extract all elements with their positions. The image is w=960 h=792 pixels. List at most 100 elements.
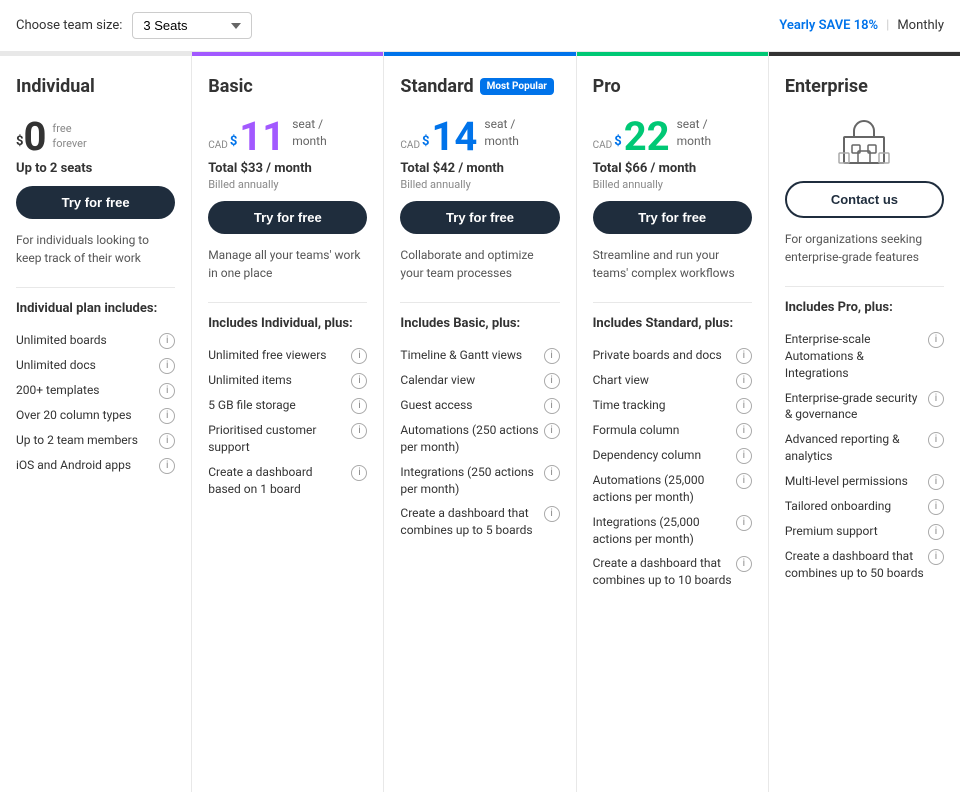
standard-price-amount: 14 [431, 117, 477, 157]
basic-per-seat: seat / [292, 116, 327, 133]
info-icon[interactable]: i [928, 332, 944, 348]
enterprise-includes-title: Includes Pro, plus: [785, 299, 944, 317]
feature-item: Automations (25,000 actions per month)i [593, 468, 752, 510]
pro-feature-list: Private boards and docsi Chart viewi Tim… [593, 343, 752, 593]
info-icon[interactable]: i [351, 348, 367, 364]
feature-item: Integrations (25,000 actions per month)i [593, 510, 752, 552]
standard-per-month: month [484, 133, 519, 150]
individual-cta-button[interactable]: Try for free [16, 186, 175, 219]
pro-price-row: CAD $ 22 seat / month [593, 105, 752, 157]
team-size-select[interactable]: 3 Seats 1 Seat 2 Seats 5 Seats 10 Seats … [132, 12, 252, 39]
most-popular-badge: Most Popular [480, 78, 554, 95]
enterprise-description: For organizations seeking enterprise-gra… [785, 230, 944, 266]
info-icon[interactable]: i [736, 515, 752, 531]
feature-item: Chart viewi [593, 368, 752, 393]
plan-standard: Standard Most Popular CAD $ 14 seat / mo… [384, 52, 576, 792]
feature-item: Unlimited free viewersi [208, 343, 367, 368]
info-icon[interactable]: i [544, 465, 560, 481]
info-icon[interactable]: i [928, 474, 944, 490]
basic-price-amount: 11 [239, 117, 285, 157]
plan-basic: Basic CAD $ 11 seat / month Total $33 / … [192, 52, 384, 792]
basic-billed: Billed annually [208, 178, 367, 191]
enterprise-cta-button[interactable]: Contact us [785, 181, 944, 218]
info-icon[interactable]: i [159, 333, 175, 349]
plans-container: Individual $ 0 free forever Up to 2 seat… [0, 52, 960, 792]
individual-plan-name: Individual [16, 76, 95, 97]
basic-cta-button[interactable]: Try for free [208, 201, 367, 234]
feature-item: Automations (250 actions per month)i [400, 418, 559, 460]
standard-description: Collaborate and optimize your team proce… [400, 246, 559, 282]
info-icon[interactable]: i [159, 358, 175, 374]
info-icon[interactable]: i [351, 465, 367, 481]
feature-item: Guest accessi [400, 393, 559, 418]
individual-price-amount: 0 [23, 117, 46, 157]
individual-includes-title: Individual plan includes: [16, 300, 175, 318]
basic-total: Total $33 / month [208, 161, 367, 176]
feature-item: Private boards and docsi [593, 343, 752, 368]
pro-per-month: month [677, 133, 712, 150]
enterprise-divider [785, 286, 944, 287]
feature-item: Multi-level permissionsi [785, 469, 944, 494]
pro-dollar: $ [614, 134, 621, 149]
standard-per-seat: seat / [484, 116, 519, 133]
pro-cad: CAD [593, 140, 613, 151]
enterprise-feature-list: Enterprise-scale Automations & Integrati… [785, 327, 944, 585]
info-icon[interactable]: i [159, 433, 175, 449]
standard-total: Total $42 / month [400, 161, 559, 176]
feature-item: Prioritised customer supporti [208, 418, 367, 460]
info-icon[interactable]: i [736, 556, 752, 572]
pro-per-seat: seat / [677, 116, 712, 133]
pro-cta-button[interactable]: Try for free [593, 201, 752, 234]
info-icon[interactable]: i [544, 506, 560, 522]
standard-cta-button[interactable]: Try for free [400, 201, 559, 234]
basic-price-row: CAD $ 11 seat / month [208, 105, 367, 157]
info-icon[interactable]: i [544, 398, 560, 414]
billing-toggle: Yearly SAVE 18% | Monthly [779, 18, 944, 33]
info-icon[interactable]: i [159, 408, 175, 424]
info-icon[interactable]: i [544, 423, 560, 439]
standard-price-row: CAD $ 14 seat / month [400, 105, 559, 157]
individual-price-symbol: $ [16, 134, 23, 149]
individual-divider [16, 287, 175, 288]
info-icon[interactable]: i [736, 448, 752, 464]
info-icon[interactable]: i [736, 423, 752, 439]
info-icon[interactable]: i [351, 423, 367, 439]
individual-description: For individuals looking to keep track of… [16, 231, 175, 267]
basic-cad: CAD [208, 140, 228, 151]
basic-per-month: month [292, 133, 327, 150]
info-icon[interactable]: i [351, 398, 367, 414]
feature-item: Enterprise-scale Automations & Integrati… [785, 327, 944, 385]
info-icon[interactable]: i [928, 432, 944, 448]
feature-item: Unlimited itemsi [208, 368, 367, 393]
feature-item: Advanced reporting & analyticsi [785, 427, 944, 469]
info-icon[interactable]: i [159, 458, 175, 474]
feature-item: Unlimited docsi [16, 353, 175, 378]
plan-enterprise: Enterprise Contact us For organizations … [769, 52, 960, 792]
info-icon[interactable]: i [736, 398, 752, 414]
standard-billed: Billed annually [400, 178, 559, 191]
enterprise-plan-name: Enterprise [785, 76, 868, 97]
standard-divider [400, 302, 559, 303]
pro-includes-title: Includes Standard, plus: [593, 315, 752, 333]
plan-pro: Pro CAD $ 22 seat / month Total $66 / mo… [577, 52, 769, 792]
billing-yearly[interactable]: Yearly SAVE 18% [779, 18, 878, 33]
enterprise-icon [834, 115, 894, 165]
info-icon[interactable]: i [736, 373, 752, 389]
info-icon[interactable]: i [736, 348, 752, 364]
feature-item: 5 GB file storagei [208, 393, 367, 418]
info-icon[interactable]: i [351, 373, 367, 389]
pro-total: Total $66 / month [593, 161, 752, 176]
info-icon[interactable]: i [544, 373, 560, 389]
billing-monthly[interactable]: Monthly [897, 18, 944, 33]
info-icon[interactable]: i [928, 549, 944, 565]
info-icon[interactable]: i [544, 348, 560, 364]
info-icon[interactable]: i [736, 473, 752, 489]
info-icon[interactable]: i [928, 524, 944, 540]
individual-forever-label: forever [52, 137, 86, 151]
info-icon[interactable]: i [159, 383, 175, 399]
feature-item: Tailored onboardingi [785, 494, 944, 519]
info-icon[interactable]: i [928, 499, 944, 515]
info-icon[interactable]: i [928, 391, 944, 407]
feature-item: Integrations (250 actions per month)i [400, 460, 559, 502]
individual-seats: Up to 2 seats [16, 161, 175, 176]
